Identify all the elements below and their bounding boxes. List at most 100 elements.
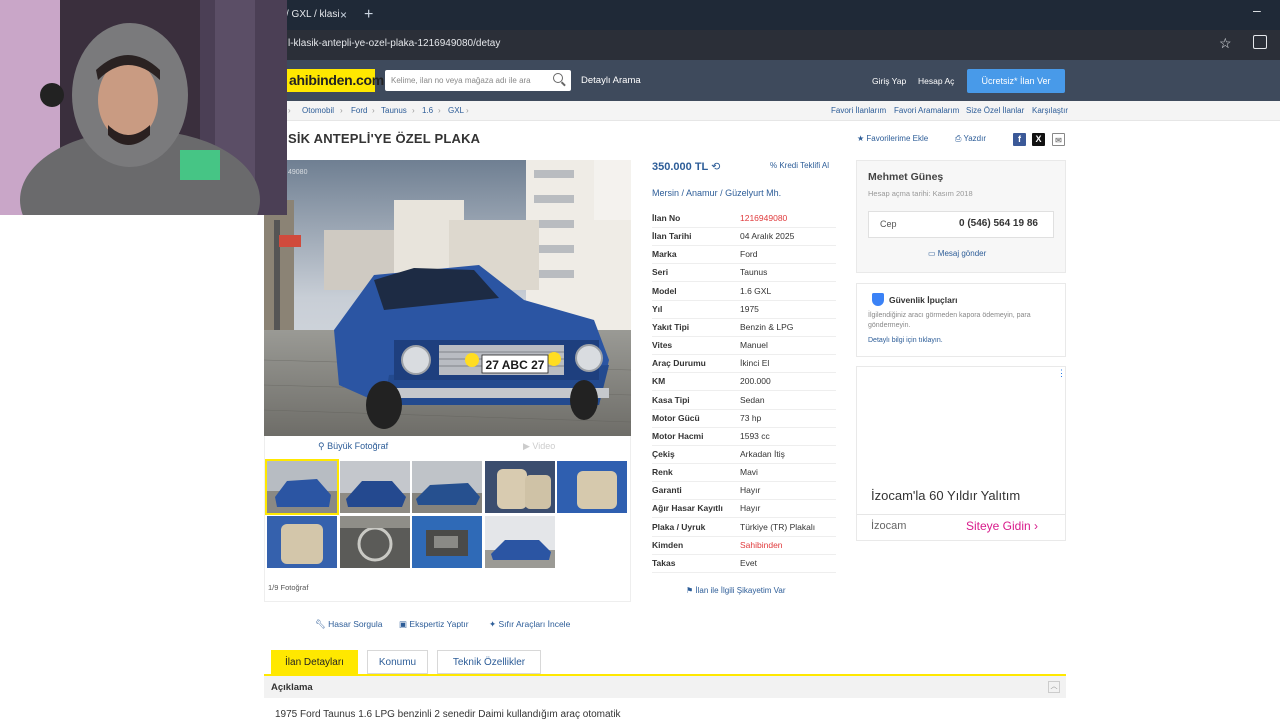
- detail-value: 200.000: [740, 376, 771, 387]
- thumbnail-5[interactable]: [557, 461, 627, 513]
- description-text: 1975 Ford Taunus 1.6 LPG benzinli 2 sene…: [275, 709, 621, 720]
- breadcrumb-separator: ›: [288, 106, 291, 115]
- special-listings-link[interactable]: Size Özel İlanlar: [966, 106, 1024, 115]
- thumbnail-7[interactable]: [340, 516, 410, 568]
- send-message-link[interactable]: ▭ Mesaj gönder: [928, 249, 986, 258]
- detail-label: Vites: [652, 340, 673, 351]
- car-thumbnail-image: [267, 461, 337, 513]
- detail-label: Yıl: [652, 303, 663, 314]
- damage-query-link[interactable]: 🔧︎ Hasar Sorgula: [315, 619, 383, 630]
- detail-row: Seri Taunus: [652, 264, 836, 283]
- favorite-searches-link[interactable]: Favori Aramalarım: [894, 106, 959, 115]
- credit-offer-label: Kredi Teklifi Al: [779, 161, 829, 170]
- ad-headline[interactable]: İzocam'la 60 Yıldır Yalıtım: [871, 488, 1020, 503]
- collapse-icon[interactable]: ︿: [1048, 681, 1060, 693]
- favorite-listings-link[interactable]: Favori İlanlarım: [831, 106, 886, 115]
- expertise-link[interactable]: ▣ Ekspertiz Yaptır: [399, 619, 469, 630]
- detail-label: İlan Tarihi: [652, 231, 692, 242]
- listing-title: SİK ANTEPLİ'YE ÖZEL PLAKA: [288, 131, 481, 146]
- detail-row: Plaka / Uyruk Türkiye (TR) Plakalı: [652, 519, 836, 537]
- chevron-right-icon: ›: [1034, 519, 1039, 533]
- thumbnail-9[interactable]: [485, 516, 555, 568]
- magnifier-icon: ⚲: [318, 441, 328, 451]
- ad-menu-icon[interactable]: ⋮: [1057, 368, 1066, 379]
- detail-label: Çekiş: [652, 448, 675, 459]
- thumbnail-4[interactable]: [485, 461, 555, 513]
- safety-tips-link[interactable]: Detaylı bilgi için tıklayın.: [868, 337, 943, 344]
- photo-watermark: 49080: [288, 169, 308, 176]
- breadcrumb-item-taunus[interactable]: Taunus: [381, 106, 407, 115]
- detail-row: KM 200.000: [652, 373, 836, 392]
- email-share-icon[interactable]: ✉: [1052, 133, 1065, 146]
- add-favorite-link[interactable]: ★ Favorilerime Ekle: [857, 134, 928, 143]
- location-neighborhood[interactable]: Güzelyurt Mh.: [725, 188, 781, 198]
- detail-row: Yıl 1975: [652, 301, 836, 319]
- detail-row: Kimden Sahibinden: [652, 537, 836, 555]
- photo-counter: 1/9 Fotoğraf: [268, 583, 309, 592]
- breadcrumb-separator: ›: [372, 106, 375, 115]
- detail-row: Renk Mavi: [652, 464, 836, 483]
- ad-brand[interactable]: İzocam: [871, 520, 906, 532]
- new-cars-link[interactable]: ✦ Sıfır Araçları İncele: [489, 619, 570, 630]
- ad-cta-link[interactable]: Siteye Gidin ›: [966, 519, 1038, 533]
- post-ad-button[interactable]: Ücretsiz* İlan Ver: [967, 69, 1065, 93]
- detail-value: 04 Aralık 2025: [740, 231, 795, 242]
- register-link[interactable]: Hesap Aç: [918, 76, 954, 86]
- detail-label: Seri: [652, 267, 669, 278]
- phone-number[interactable]: 0 (546) 564 19 86: [959, 218, 1038, 229]
- history-icon[interactable]: ⟲: [711, 161, 720, 173]
- detail-row: Çekiş Arkadan İtiş: [652, 446, 836, 464]
- thumbnail-3[interactable]: [412, 461, 482, 513]
- detail-label: Garanti: [652, 485, 682, 496]
- search-icon[interactable]: [553, 73, 563, 83]
- compare-link[interactable]: Karşılaştır: [1032, 106, 1068, 115]
- add-favorite-label: Favorilerime Ekle: [866, 134, 929, 143]
- print-link[interactable]: ⎙ Yazdır: [955, 134, 986, 144]
- detail-label: Takas: [652, 557, 676, 568]
- video-link[interactable]: ▶ Video: [523, 441, 555, 452]
- detail-row: Garanti Hayır: [652, 482, 836, 501]
- thumbnail-8[interactable]: [412, 516, 482, 568]
- detailed-search-link[interactable]: Detaylı Arama: [581, 75, 641, 86]
- extensions-icon[interactable]: [1253, 35, 1267, 49]
- detail-row: Yakıt Tipi Benzin & LPG: [652, 319, 836, 337]
- minimize-icon[interactable]: –: [1253, 2, 1261, 18]
- url-text[interactable]: l-klasik-antepli-ye-ozel-plaka-121694908…: [288, 38, 500, 49]
- description-title: Açıklama: [271, 682, 313, 693]
- detail-label: Motor Gücü: [652, 412, 700, 423]
- price-value: 350.000 TL: [652, 161, 709, 173]
- chat-icon: ▭: [928, 249, 938, 258]
- big-photo-link[interactable]: ⚲ Büyük Fotoğraf: [318, 441, 388, 452]
- site-logo[interactable]: ahibinden.com: [287, 69, 384, 92]
- new-tab-icon[interactable]: +: [364, 4, 373, 26]
- detail-label: Araç Durumu: [652, 358, 706, 369]
- detail-value: Sahibinden: [740, 539, 783, 550]
- login-link[interactable]: Giriş Yap: [872, 76, 906, 86]
- complaint-link[interactable]: ⚑ İlan ile İlgili Şikayetim Var: [686, 586, 786, 595]
- tab-technical-specs[interactable]: Teknik Özellikler: [437, 650, 541, 674]
- facebook-share-icon[interactable]: f: [1013, 133, 1026, 146]
- car-thumbnail-image: [340, 461, 410, 513]
- tab-close-icon[interactable]: ×: [340, 4, 347, 26]
- star-icon[interactable]: ☆: [1219, 35, 1232, 52]
- complaint-label: İlan ile İlgili Şikayetim Var: [695, 586, 786, 595]
- credit-offer-link[interactable]: % Kredi Teklifi Al: [770, 161, 829, 170]
- breadcrumb-item-otomobil[interactable]: Otomobil: [302, 106, 334, 115]
- main-photo[interactable]: 27 ABC 27 49080: [264, 160, 631, 436]
- tab-location[interactable]: Konumu: [367, 650, 428, 674]
- thumbnail-6[interactable]: [267, 516, 337, 568]
- thumbnail-2[interactable]: [340, 461, 410, 513]
- detail-value: 1593 cc: [740, 430, 770, 441]
- breadcrumb-item-1-6[interactable]: 1.6: [422, 106, 433, 115]
- x-share-icon[interactable]: X: [1032, 133, 1045, 146]
- location-city[interactable]: Mersin: [652, 188, 679, 198]
- breadcrumb-item-gxl[interactable]: GXL: [448, 106, 464, 115]
- detail-value: Hayır: [740, 503, 761, 514]
- seller-name[interactable]: Mehmet Güneş: [868, 171, 943, 183]
- thumbnail-1[interactable]: [265, 459, 339, 515]
- detail-row: Kasa Tipi Sedan: [652, 392, 836, 410]
- breadcrumb-item-ford[interactable]: Ford: [351, 106, 367, 115]
- location-district[interactable]: Anamur: [686, 188, 718, 198]
- car-thumbnail-image: [412, 461, 482, 513]
- tab-listing-details[interactable]: İlan Detayları: [271, 650, 358, 674]
